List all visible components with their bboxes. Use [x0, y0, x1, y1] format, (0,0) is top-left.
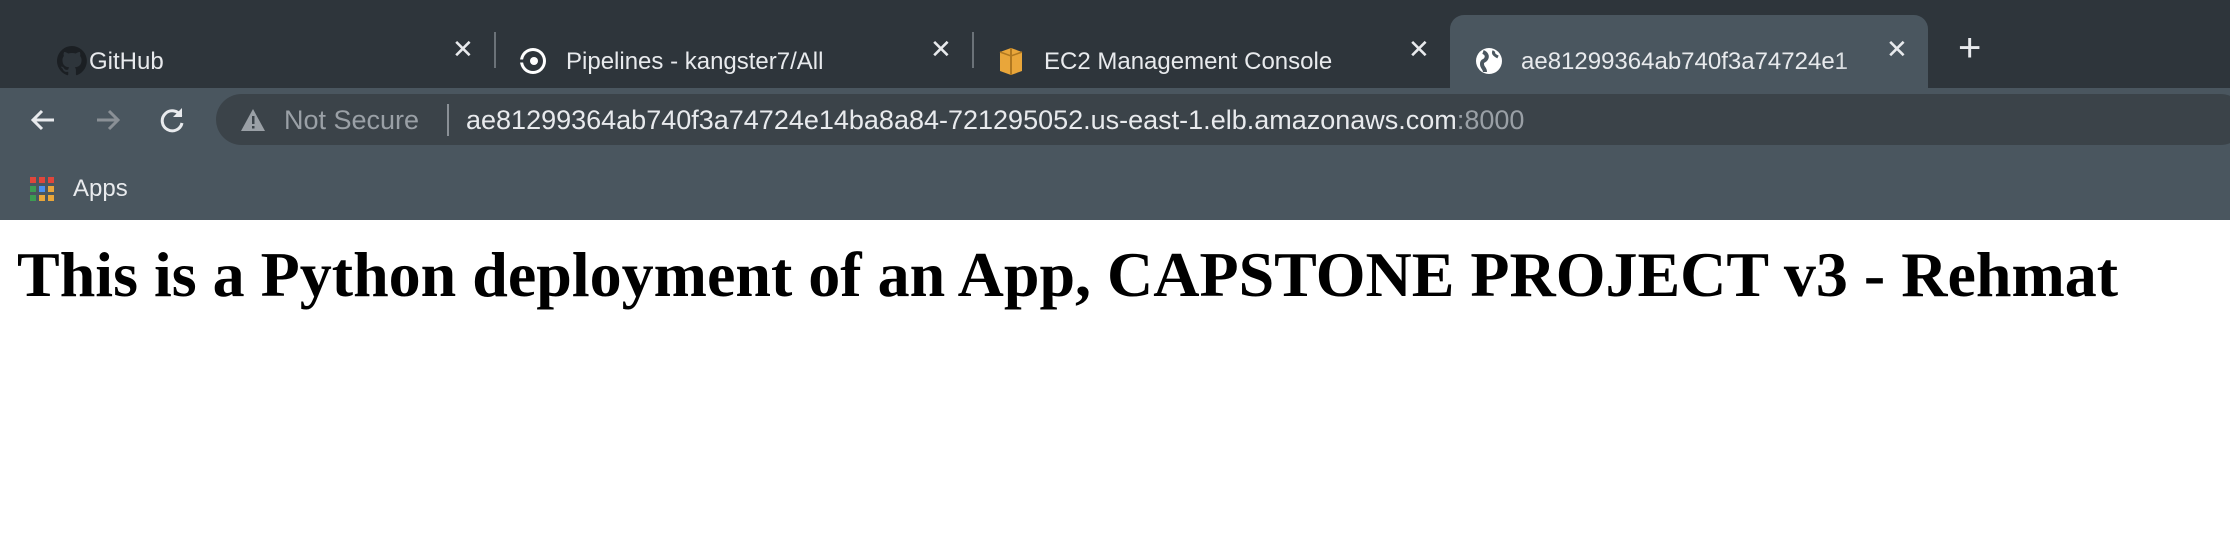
tab-pipelines[interactable]: Pipelines - kangster7/All [518, 34, 928, 88]
tab-github[interactable]: GitHub [57, 34, 457, 88]
close-tab-icon[interactable]: ✕ [1408, 36, 1430, 62]
globe-icon [1476, 48, 1502, 74]
forward-icon[interactable] [91, 104, 123, 136]
warning-icon[interactable] [240, 107, 266, 133]
tab-title: Pipelines - kangster7/All [566, 48, 824, 75]
github-icon [57, 46, 87, 76]
tab-separator [972, 32, 974, 68]
apps-grid-icon [30, 177, 54, 201]
bookmark-apps[interactable]: Apps [30, 175, 128, 203]
url-host: ae81299364ab740f3a74724e14ba8a84-7212950… [466, 105, 1457, 135]
tab-title: EC2 Management Console [1044, 48, 1333, 75]
url-text[interactable]: ae81299364ab740f3a74724e14ba8a84-7212950… [466, 105, 1524, 136]
tab-title: GitHub [89, 48, 164, 75]
page-heading: This is a Python deployment of an App, C… [17, 239, 2119, 310]
close-tab-icon[interactable]: ✕ [930, 36, 952, 62]
tab-active-app[interactable]: ae81299364ab740f3a74724e1 [1474, 34, 1874, 88]
security-status[interactable]: Not Secure [284, 105, 419, 136]
aws-box-icon [999, 48, 1023, 75]
omnibox-separator [447, 104, 449, 136]
tab-separator [494, 32, 496, 68]
bookmark-label: Apps [73, 175, 128, 202]
address-bar[interactable]: Not Secure ae81299364ab740f3a74724e14ba8… [216, 94, 2230, 145]
url-port: :8000 [1456, 105, 1525, 135]
close-tab-icon[interactable]: ✕ [1886, 36, 1908, 62]
browser-toolbar: Not Secure ae81299364ab740f3a74724e14ba8… [0, 88, 2230, 220]
new-tab-button[interactable]: + [1958, 28, 1981, 68]
close-tab-icon[interactable]: ✕ [452, 36, 474, 62]
tab-title: ae81299364ab740f3a74724e1 [1521, 48, 1849, 75]
back-icon[interactable] [28, 104, 60, 136]
tab-ec2-console[interactable]: EC2 Management Console [996, 34, 1406, 88]
tab-strip: GitHub ✕ Pipelines - kangster7/All ✕ EC2… [0, 0, 2230, 88]
reload-icon[interactable] [156, 104, 188, 136]
circleci-icon [520, 48, 546, 74]
